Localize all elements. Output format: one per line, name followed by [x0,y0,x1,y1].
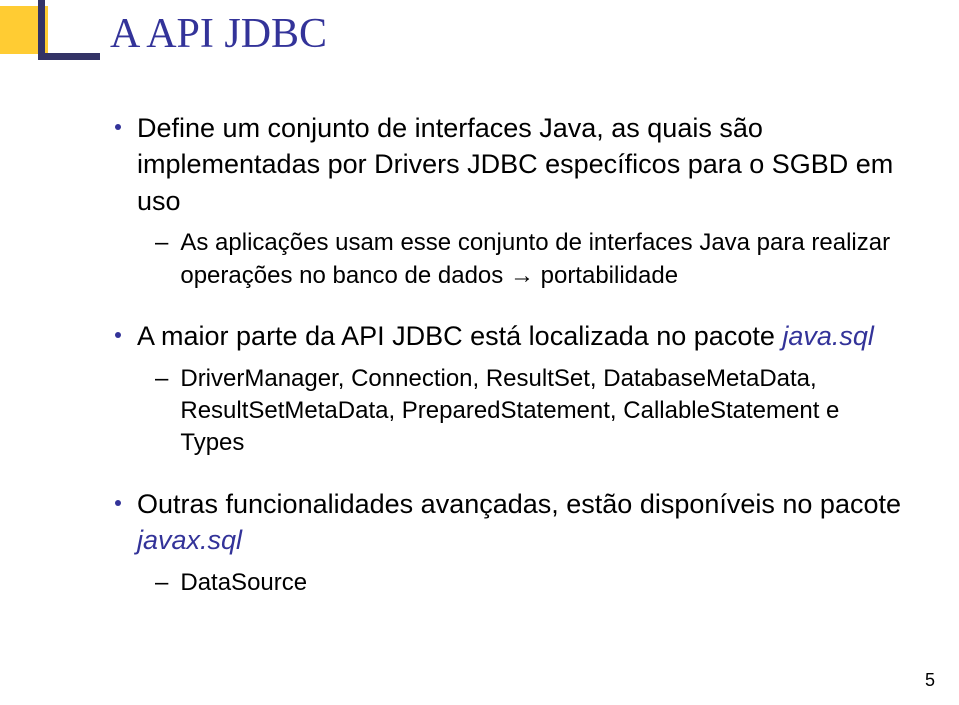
bullet-text: A maior parte da API JDBC está localizad… [137,318,874,354]
deco-bar-horizontal [38,53,100,60]
bullet-text-prefix: A maior parte da API JDBC está localizad… [137,321,782,351]
sub-bullet-item: – DataSource [155,567,909,599]
slide-title: A API JDBC [110,10,327,58]
bullet-item: A maior parte da API JDBC está localizad… [115,318,909,354]
dash-icon: – [155,363,168,394]
package-name: java.sql [782,321,874,351]
dash-icon: – [155,567,168,598]
sub-bullet-item: – DriverManager, Connection, ResultSet, … [155,363,909,460]
bullet-text: Define um conjunto de interfaces Java, a… [137,110,909,219]
bullet-dot-icon [115,332,121,338]
page-number: 5 [925,670,935,691]
bullet-text-prefix: Outras funcionalidades avançadas, estão … [137,489,901,519]
bullet-item: Outras funcionalidades avançadas, estão … [115,486,909,559]
sub-bullet-text: DriverManager, Connection, ResultSet, Da… [180,363,909,460]
bullet-item: Define um conjunto de interfaces Java, a… [115,110,909,219]
bullet-dot-icon [115,124,121,130]
deco-bar-vertical [38,0,45,60]
sub-bullet-item: – As aplicações usam esse conjunto de in… [155,227,909,292]
slide-content: Define um conjunto de interfaces Java, a… [115,110,909,605]
corner-decoration [0,0,100,80]
sub-bullet-text: DataSource [180,567,307,599]
dash-icon: – [155,227,168,258]
package-name: javax.sql [137,525,242,555]
sub-bullet-text: As aplicações usam esse conjunto de inte… [180,227,909,292]
bullet-dot-icon [115,500,121,506]
bullet-text: Outras funcionalidades avançadas, estão … [137,486,909,559]
